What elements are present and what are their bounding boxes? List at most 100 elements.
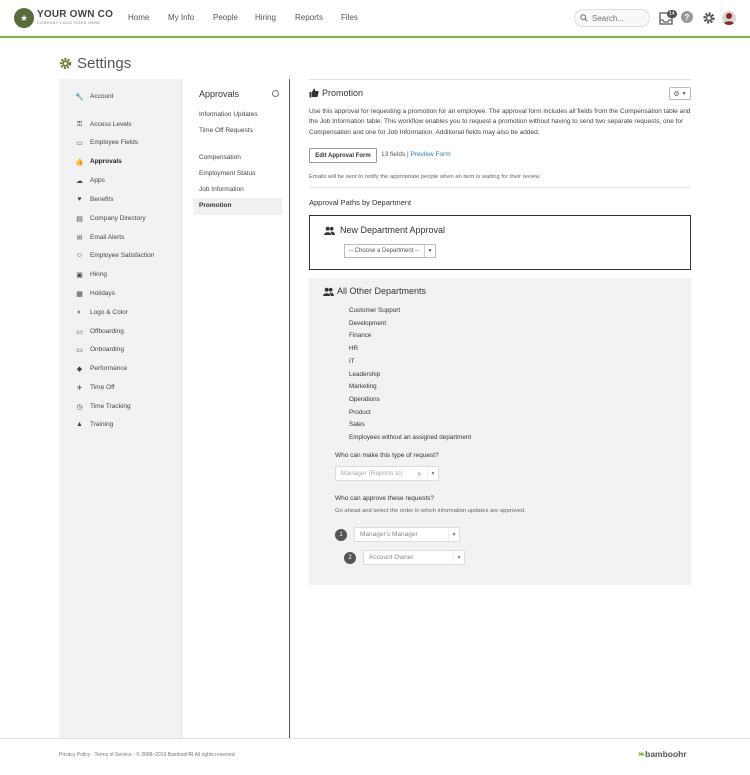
sidebar-item-label: Company Directory — [90, 215, 146, 222]
approver-step-1: 1 Manager's Manager ▼ — [335, 527, 460, 542]
department-item: Operations — [349, 395, 380, 403]
fields-count: 13 fields — [381, 151, 406, 158]
directory-icon: ▤ — [76, 215, 83, 223]
sidebar-item-label: Onboarding — [90, 346, 124, 353]
inbox-badge: 14 — [667, 10, 677, 18]
page-title: Settings — [59, 55, 131, 72]
sidebar-item-approvals[interactable]: 👍 Approvals — [74, 157, 122, 166]
page-title-text: Settings — [77, 55, 132, 72]
caret-down-icon: ▼ — [448, 528, 459, 541]
department-select-value: -- Choose a Department -- — [349, 248, 420, 254]
logo-seal-icon: ★ — [14, 8, 34, 28]
sidebar-item-apps[interactable]: ☁ Apps — [74, 176, 105, 185]
help-icon[interactable]: ? — [681, 11, 693, 23]
footer-links[interactable]: Privacy Policy · Terms of Service · © 20… — [59, 752, 236, 758]
user-avatar[interactable] — [722, 11, 736, 25]
requester-select[interactable]: Manager (Reports to) ✕ ▼ — [335, 466, 439, 481]
sidebar-item-performance[interactable]: ◆ Performance — [74, 364, 127, 373]
avatar-person-icon — [723, 13, 735, 25]
add-approval-icon[interactable] — [272, 90, 279, 97]
preview-form-link[interactable]: Preview Form — [411, 151, 451, 158]
step-number: 2 — [344, 551, 356, 564]
fields-info: 13 fields | Preview Form — [381, 151, 451, 158]
sidebar-item-label: Performance — [90, 365, 128, 372]
nav-hiring[interactable]: Hiring — [255, 13, 276, 22]
company-logo[interactable]: ★ YOUR OWN CO COMPANY LOGO GOES HERE — [14, 8, 113, 28]
onboarding-icon: ▭ — [76, 346, 83, 354]
sidebar-item-label: Benefits — [90, 196, 114, 203]
gear-icon: ⚙ — [673, 90, 680, 98]
subnav-item-information-updates[interactable]: Information Updates — [199, 111, 258, 118]
approver-select[interactable]: Manager's Manager ▼ — [354, 527, 460, 542]
approver-select[interactable]: Account Owner ▼ — [363, 550, 465, 565]
approvals-heading: Approvals — [199, 89, 240, 99]
sidebar-item-label: Employee Fields — [90, 139, 139, 146]
nav-my-info[interactable]: My Info — [168, 13, 194, 22]
sidebar-item-logo-color[interactable]: ◐ Logo & Color — [74, 308, 128, 317]
new-department-approval-box: New Department Approval -- Choose a Depa… — [309, 215, 691, 270]
approval-title-text: Promotion — [322, 88, 364, 98]
nav-files[interactable]: Files — [341, 13, 358, 22]
sidebar-item-label: Email Alerts — [90, 234, 125, 241]
approver-step-2: 2 Account Owner ▼ — [344, 550, 465, 565]
caret-down-icon: ▼ — [427, 467, 438, 480]
department-list: Customer Support Development Finance HR … — [349, 305, 471, 445]
new-department-title-text: New Department Approval — [340, 225, 446, 235]
sidebar-item-benefits[interactable]: ♥ Benefits — [74, 195, 114, 204]
clear-icon[interactable]: ✕ — [417, 470, 422, 478]
people-icon — [323, 287, 334, 296]
sidebar-item-hiring[interactable]: ▣ Hiring — [74, 270, 107, 279]
subnav-item-employment-status[interactable]: Employment Status — [199, 170, 255, 177]
sidebar-item-time-off[interactable]: ✈ Time Off — [74, 383, 115, 392]
thumbs-up-icon — [309, 88, 319, 98]
department-item: Employees without an assigned department — [349, 434, 472, 442]
sidebar-item-label: Account — [90, 93, 114, 100]
sidebar-item-access-levels[interactable]: ⚿ Access Levels — [74, 120, 132, 129]
sidebar-item-holidays[interactable]: ▦ Holidays — [74, 289, 115, 298]
department-item: Sales — [349, 421, 365, 429]
who-can-approve-label: Who can approve these requests? — [335, 495, 435, 502]
footer: Privacy Policy · Terms of Service · © 20… — [0, 738, 750, 775]
sidebar-item-training[interactable]: ▲ Training — [74, 420, 113, 429]
subnav-item-time-off-requests[interactable]: Time Off Requests — [199, 127, 253, 134]
clipboard-icon: ▣ — [76, 271, 83, 279]
subnav-item-promotion[interactable]: Promotion — [199, 202, 232, 209]
sidebar-item-employee-satisfaction[interactable]: ☺ Employee Satisfaction — [74, 251, 154, 260]
approval-description: Use this approval for requesting a promo… — [309, 108, 691, 136]
nav-people[interactable]: People — [213, 13, 238, 22]
sidebar-item-label: Approvals — [90, 158, 122, 165]
sidebar-item-time-tracking[interactable]: ◷ Time Tracking — [74, 402, 130, 411]
edit-approval-form-button[interactable]: Edit Approval Form — [309, 148, 377, 163]
logo-text: YOUR OWN CO — [37, 9, 114, 21]
settings-sidebar: 🔧 Account ⚿ Access Levels ▭ Employee Fields 👍 A… — [59, 79, 182, 738]
department-item: Finance — [349, 332, 372, 340]
sidebar-item-company-directory[interactable]: ▤ Company Directory — [74, 214, 146, 223]
who-can-approve-subtext: Go ahead and select the order in which i… — [335, 508, 526, 514]
sidebar-item-offboarding[interactable]: ▭ Offboarding — [74, 327, 124, 336]
department-select[interactable]: -- Choose a Department -- ▼ — [344, 244, 436, 258]
sidebar-item-onboarding[interactable]: ▭ Onboarding — [74, 345, 124, 354]
key-icon: ⚿ — [76, 120, 83, 128]
brand-text: bamboohr — [645, 749, 687, 759]
new-department-title: New Department Approval — [324, 225, 445, 235]
clock-icon: ◷ — [76, 403, 83, 411]
sidebar-item-label: Hiring — [90, 271, 107, 278]
subnav-item-compensation[interactable]: Compensation — [199, 154, 241, 161]
subnav-item-job-information[interactable]: Job Information — [199, 186, 244, 193]
all-other-departments-text: All Other Departments — [337, 286, 427, 296]
nav-home[interactable]: Home — [128, 13, 149, 22]
search-input[interactable] — [592, 13, 648, 23]
settings-gear-icon[interactable] — [702, 11, 716, 25]
sidebar-item-account[interactable]: 🔧 Account — [74, 92, 114, 101]
section-divider — [309, 187, 691, 188]
smile-icon: ☺ — [75, 252, 84, 259]
sidebar-item-employee-fields[interactable]: ▭ Employee Fields — [74, 138, 138, 147]
thumbs-up-icon: 👍 — [75, 158, 84, 166]
performance-icon: ◆ — [76, 365, 83, 373]
step-number: 1 — [335, 528, 347, 541]
approval-options-button[interactable]: ⚙ ▼ — [669, 87, 691, 100]
sidebar-item-email-alerts[interactable]: ✉ Email Alerts — [74, 233, 125, 242]
search-box[interactable] — [574, 9, 650, 27]
all-other-departments-title: All Other Departments — [323, 286, 426, 296]
nav-reports[interactable]: Reports — [295, 13, 323, 22]
